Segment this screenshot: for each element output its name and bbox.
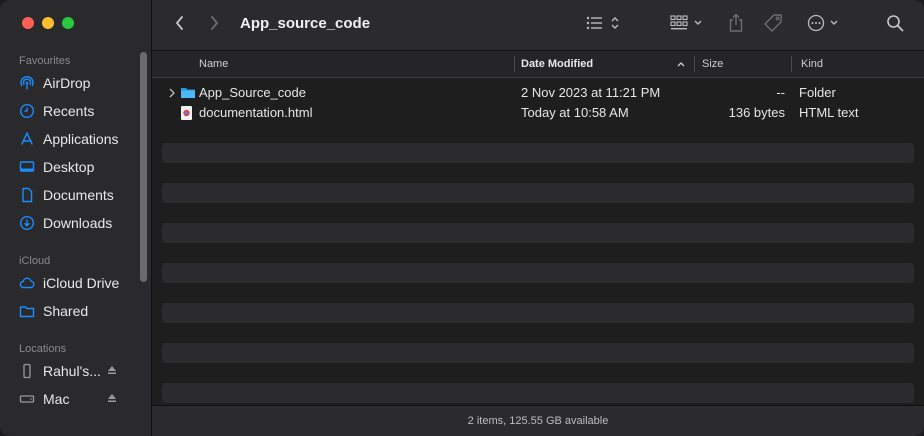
sidebar-item-shared[interactable]: Shared bbox=[0, 297, 140, 325]
favourites-heading: Favourites bbox=[19, 55, 71, 67]
empty-row bbox=[162, 263, 914, 283]
document-icon bbox=[19, 187, 35, 203]
locations-heading: Locations bbox=[19, 343, 67, 355]
sidebar-item-label: Desktop bbox=[43, 159, 95, 175]
column-headers: Name Date Modified Size Kind bbox=[152, 51, 924, 78]
column-header-kind[interactable]: Kind bbox=[801, 51, 823, 77]
disclosure-triangle-icon[interactable] bbox=[168, 83, 176, 103]
file-row-documentation-html[interactable]: documentation.html Today at 10:58 AM 136… bbox=[162, 103, 914, 123]
empty-row bbox=[162, 183, 914, 203]
sidebar-item-airdrop[interactable]: AirDrop bbox=[0, 69, 140, 97]
file-list: App_Source_code 2 Nov 2023 at 11:21 PM -… bbox=[152, 78, 924, 406]
chevron-left-icon bbox=[174, 15, 186, 36]
sidebar-item-desktop[interactable]: Desktop bbox=[0, 153, 140, 181]
sidebar-item-applications[interactable]: Applications bbox=[0, 125, 140, 153]
ellipsis-circle-icon bbox=[807, 14, 845, 37]
sidebar-item-label: iCloud Drive bbox=[43, 275, 120, 291]
file-kind: Folder bbox=[799, 85, 836, 100]
sidebar-item-label: Mac bbox=[43, 391, 70, 407]
file-name: documentation.html bbox=[199, 105, 313, 120]
grid-group-icon bbox=[669, 14, 707, 37]
sidebar-item-label: Applications bbox=[43, 131, 119, 147]
toolbar: App_source_code bbox=[152, 0, 924, 51]
clock-icon bbox=[19, 103, 35, 119]
column-divider[interactable] bbox=[694, 56, 695, 72]
sidebar-item-rahuls-phone[interactable]: Rahul's... bbox=[0, 357, 140, 385]
icloud-section: iCloud iCloud Drive Shared bbox=[0, 253, 140, 325]
sidebar-item-label: Rahul's... bbox=[43, 363, 101, 379]
sidebar-item-label: Downloads bbox=[43, 215, 113, 231]
zoom-button[interactable] bbox=[62, 17, 74, 29]
file-size: -- bbox=[776, 85, 785, 100]
empty-row bbox=[162, 143, 914, 163]
cloud-icon bbox=[19, 275, 35, 291]
finder-window: Favourites AirDrop Recents Applications bbox=[0, 0, 924, 436]
favourites-section: Favourites AirDrop Recents Applications bbox=[0, 53, 140, 237]
empty-row bbox=[162, 383, 914, 403]
column-divider[interactable] bbox=[791, 56, 792, 72]
eject-icon[interactable] bbox=[106, 363, 118, 379]
sidebar-item-downloads[interactable]: Downloads bbox=[0, 209, 140, 237]
file-name: App_Source_code bbox=[199, 85, 306, 100]
icloud-heading: iCloud bbox=[19, 255, 51, 267]
search-icon bbox=[886, 14, 904, 37]
sidebar: Favourites AirDrop Recents Applications bbox=[0, 0, 152, 436]
column-header-name[interactable]: Name bbox=[199, 51, 228, 77]
locations-section: Locations Rahul's... Mac bbox=[0, 341, 140, 413]
minimize-button[interactable] bbox=[42, 17, 54, 29]
sidebar-item-mac[interactable]: Mac bbox=[0, 385, 140, 413]
sidebar-item-icloud-drive[interactable]: iCloud Drive bbox=[0, 269, 140, 297]
window-controls bbox=[22, 17, 74, 29]
airdrop-icon bbox=[19, 75, 35, 91]
file-date: Today at 10:58 AM bbox=[521, 105, 629, 120]
desktop-icon bbox=[19, 159, 35, 175]
share-button[interactable] bbox=[726, 13, 746, 38]
group-button[interactable] bbox=[668, 14, 708, 36]
share-icon bbox=[728, 13, 744, 38]
sidebar-item-label: Recents bbox=[43, 103, 95, 119]
html-file-icon bbox=[180, 103, 194, 123]
view-options-button[interactable] bbox=[584, 14, 624, 36]
file-kind: HTML text bbox=[799, 105, 859, 120]
sidebar-item-recents[interactable]: Recents bbox=[0, 97, 140, 125]
column-header-date-modified[interactable]: Date Modified bbox=[521, 51, 593, 77]
disk-icon bbox=[19, 391, 35, 407]
tags-button[interactable] bbox=[762, 13, 786, 38]
window-title: App_source_code bbox=[240, 15, 371, 32]
back-button[interactable] bbox=[170, 14, 190, 36]
sidebar-item-documents[interactable]: Documents bbox=[0, 181, 140, 209]
status-bar: 2 items, 125.55 GB available bbox=[152, 405, 924, 436]
shared-folder-icon bbox=[19, 303, 35, 319]
file-size: 136 bytes bbox=[728, 105, 785, 120]
empty-row bbox=[162, 223, 914, 243]
sidebar-item-label: AirDrop bbox=[43, 75, 91, 91]
column-divider[interactable] bbox=[514, 56, 515, 72]
forward-button[interactable] bbox=[204, 14, 224, 36]
more-actions-button[interactable] bbox=[806, 14, 846, 36]
empty-row bbox=[162, 303, 914, 323]
status-text: 2 items, 125.55 GB available bbox=[467, 415, 609, 427]
eject-icon[interactable] bbox=[106, 391, 118, 407]
applications-icon bbox=[19, 131, 35, 147]
file-date: 2 Nov 2023 at 11:21 PM bbox=[521, 85, 661, 100]
close-button[interactable] bbox=[22, 17, 34, 29]
phone-icon bbox=[19, 363, 35, 379]
folder-icon bbox=[180, 83, 196, 103]
download-icon bbox=[19, 215, 35, 231]
sidebar-scrollbar[interactable] bbox=[140, 52, 147, 282]
list-view-icon bbox=[585, 14, 623, 37]
column-header-size[interactable]: Size bbox=[702, 51, 723, 77]
sidebar-item-label: Shared bbox=[43, 303, 89, 319]
chevron-right-icon bbox=[208, 15, 220, 36]
empty-row bbox=[162, 343, 914, 363]
chevron-up-icon bbox=[676, 51, 686, 77]
search-button[interactable] bbox=[884, 14, 906, 36]
sidebar-item-label: Documents bbox=[43, 187, 114, 203]
file-row-app-source-code[interactable]: App_Source_code 2 Nov 2023 at 11:21 PM -… bbox=[162, 83, 914, 103]
tag-icon bbox=[763, 13, 785, 38]
